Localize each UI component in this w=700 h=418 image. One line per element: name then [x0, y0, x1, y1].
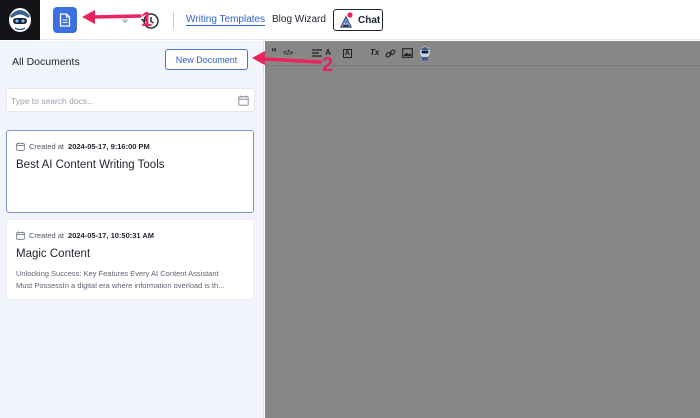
- robot-logo-icon: [9, 8, 31, 32]
- calendar-icon: [16, 142, 25, 151]
- nav-writing-templates[interactable]: Writing Templates: [186, 14, 265, 25]
- link-icon[interactable]: [385, 48, 396, 59]
- sidebar-title: All Documents: [12, 56, 80, 68]
- document-icon: [59, 13, 71, 27]
- clear-format-icon[interactable]: Tx: [370, 49, 379, 57]
- font-size-icon[interactable]: A: [325, 49, 331, 57]
- nav-blog-wizard[interactable]: Blog Wizard: [272, 14, 326, 25]
- calendar-icon[interactable]: [238, 95, 249, 106]
- quote-icon[interactable]: ”: [271, 47, 277, 59]
- documents-button[interactable]: [53, 7, 77, 33]
- editor-area[interactable]: ” </> A A Tx: [265, 41, 700, 418]
- app-logo[interactable]: [0, 0, 40, 40]
- code-icon[interactable]: </>: [283, 50, 293, 57]
- toolbar-divider: [173, 12, 174, 29]
- download-icon[interactable]: [118, 13, 132, 27]
- card-title: Best AI Content Writing Tools: [16, 159, 165, 171]
- card-meta: Created at 2024-05-17, 10:50:31 AM: [16, 231, 154, 240]
- top-bar: Writing Templates Blog Wizard Chat: [0, 0, 700, 40]
- document-card[interactable]: Created at 2024-05-17, 9:16:00 PM Best A…: [6, 130, 254, 213]
- created-prefix: Created at: [29, 142, 65, 151]
- card-meta: Created at 2024-05-17, 9:16:00 PM: [16, 142, 150, 151]
- card-excerpt: Unlocking Success: Key Features Every AI…: [16, 268, 248, 292]
- editor-toolbar: ” </> A A Tx: [265, 41, 700, 66]
- chat-bot-icon: [340, 12, 353, 28]
- created-date: 2024-05-17, 10:50:31 AM: [68, 231, 155, 240]
- card-title: Magic Content: [16, 248, 91, 260]
- chat-button[interactable]: Chat: [333, 9, 383, 31]
- document-card[interactable]: Created at 2024-05-17, 10:50:31 AM Magic…: [6, 219, 254, 300]
- history-icon[interactable]: [140, 11, 160, 31]
- font-color-icon[interactable]: A: [342, 48, 352, 58]
- excerpt-line: Must PossessIn a digital era where infor…: [16, 281, 225, 290]
- search-input[interactable]: [11, 92, 231, 109]
- robot-icon[interactable]: [419, 45, 431, 61]
- align-icon[interactable]: [311, 48, 323, 58]
- image-icon[interactable]: [402, 48, 414, 58]
- created-date: 2024-05-17, 9:16:00 PM: [68, 142, 150, 151]
- excerpt-line: Unlocking Success: Key Features Every AI…: [16, 269, 219, 278]
- search-box: [6, 88, 255, 112]
- documents-sidebar: All Documents New Document Created at 20…: [0, 41, 264, 418]
- new-document-button[interactable]: New Document: [165, 49, 248, 70]
- calendar-icon: [16, 231, 25, 240]
- created-prefix: Created at: [29, 231, 65, 240]
- chat-label: Chat: [358, 14, 381, 26]
